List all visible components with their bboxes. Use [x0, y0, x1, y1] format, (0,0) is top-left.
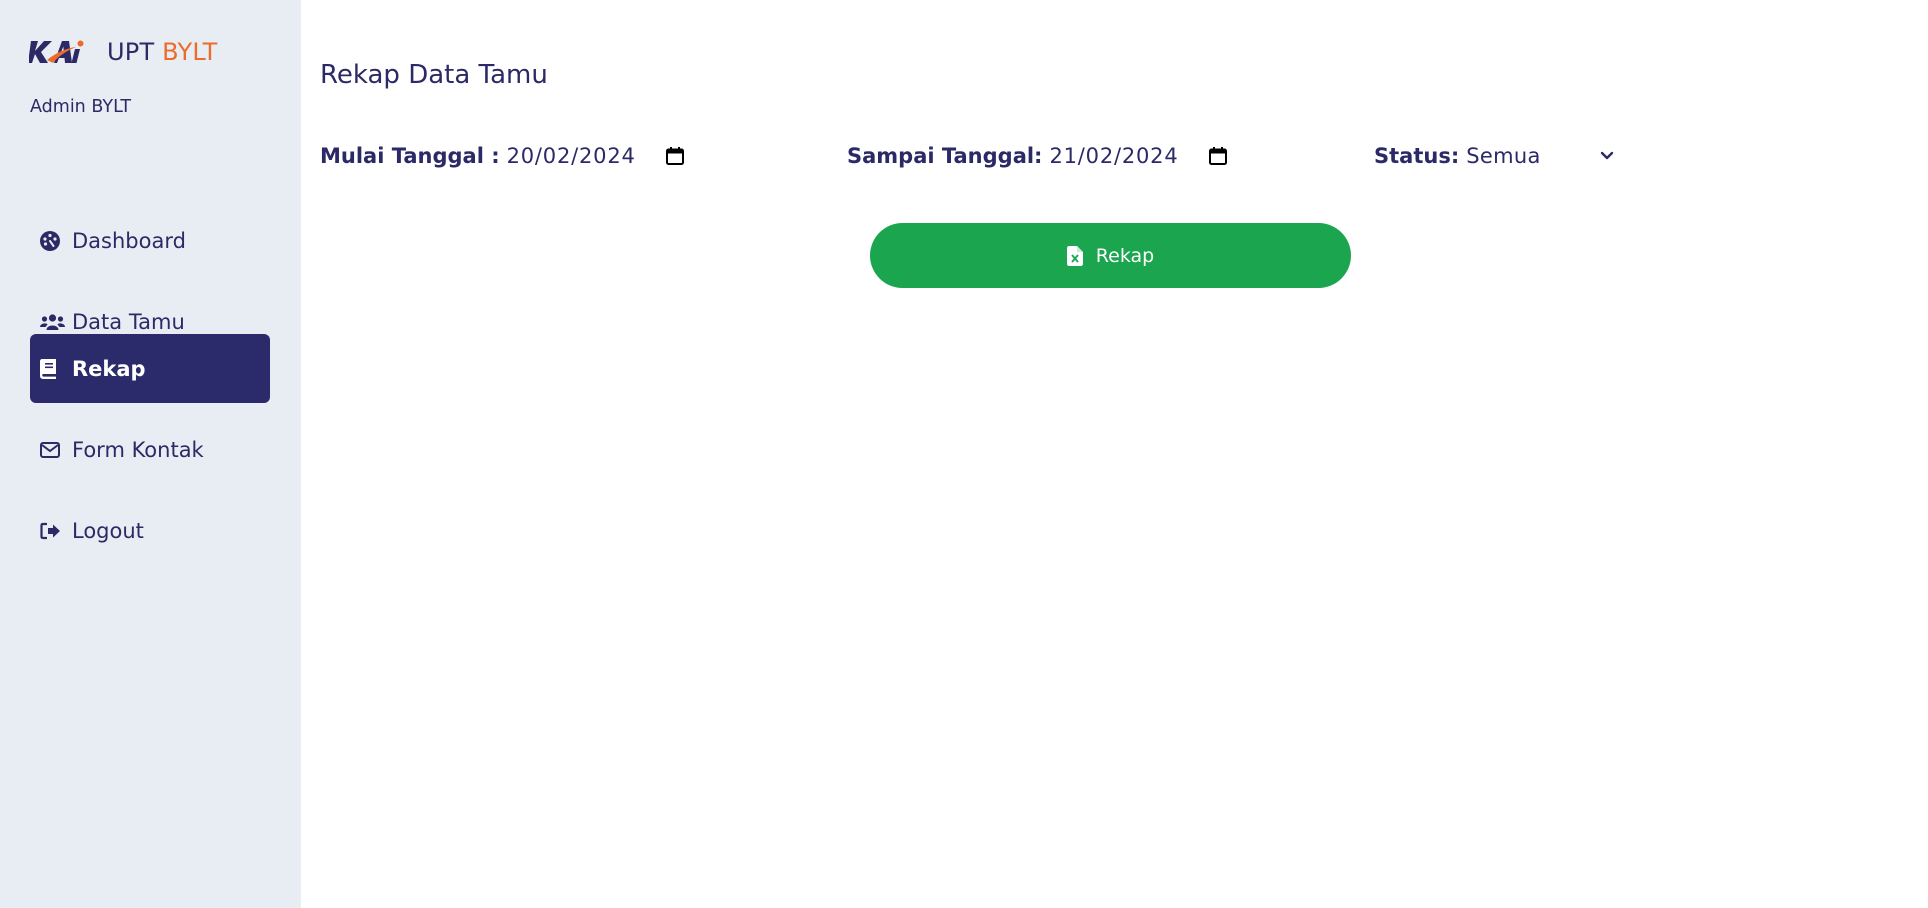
page-title: Rekap Data Tamu: [320, 60, 548, 90]
brand-bylt: BYLT: [162, 38, 218, 66]
users-icon: [40, 311, 66, 333]
chevron-down-icon[interactable]: [1600, 151, 1614, 161]
envelope-icon: [40, 439, 66, 461]
palette-icon: [40, 230, 66, 252]
sidebar-item-logout[interactable]: Logout: [30, 496, 270, 565]
user-role-label: Admin BYLT: [30, 97, 132, 117]
book-icon: [40, 358, 66, 380]
sidebar-item-dashboard[interactable]: Dashboard: [30, 206, 270, 275]
rekap-button[interactable]: Rekap: [870, 223, 1351, 288]
sign-out-icon: [40, 520, 66, 542]
start-date-filter: Mulai Tanggal : 20/02/2024: [320, 140, 684, 172]
status-label: Status:: [1374, 144, 1460, 168]
rekap-button-label: Rekap: [1095, 244, 1155, 267]
end-date-filter: Sampai Tanggal: 21/02/2024: [847, 140, 1227, 172]
sidebar-item-form-kontak[interactable]: Form Kontak: [30, 415, 270, 484]
sidebar: UPT BYLT Admin BYLT Dashboard Data Tamu …: [0, 0, 301, 908]
sidebar-item-label: Rekap: [72, 356, 146, 381]
sidebar-item-label: Form Kontak: [72, 437, 204, 462]
brand-upt: UPT: [107, 38, 155, 66]
end-date-input[interactable]: 21/02/2024: [1049, 144, 1178, 168]
status-filter: Status: Semua: [1374, 140, 1614, 172]
sidebar-item-rekap[interactable]: Rekap: [30, 334, 270, 403]
main-content: Rekap Data Tamu Mulai Tanggal : 20/02/20…: [320, 0, 1928, 908]
calendar-icon[interactable]: [1208, 147, 1227, 165]
brand-title: UPT BYLT: [107, 38, 218, 66]
brand[interactable]: UPT BYLT: [29, 38, 218, 66]
sidebar-item-label: Data Tamu: [72, 309, 185, 334]
sidebar-item-label: Dashboard: [72, 228, 186, 253]
file-excel-icon: [1066, 245, 1083, 266]
start-date-input[interactable]: 20/02/2024: [507, 144, 636, 168]
kai-logo: [29, 40, 84, 63]
end-date-label: Sampai Tanggal:: [847, 144, 1043, 168]
start-date-label: Mulai Tanggal :: [320, 144, 500, 168]
sidebar-item-label: Logout: [72, 518, 144, 543]
calendar-icon[interactable]: [665, 147, 684, 165]
status-select[interactable]: Semua: [1466, 144, 1588, 168]
